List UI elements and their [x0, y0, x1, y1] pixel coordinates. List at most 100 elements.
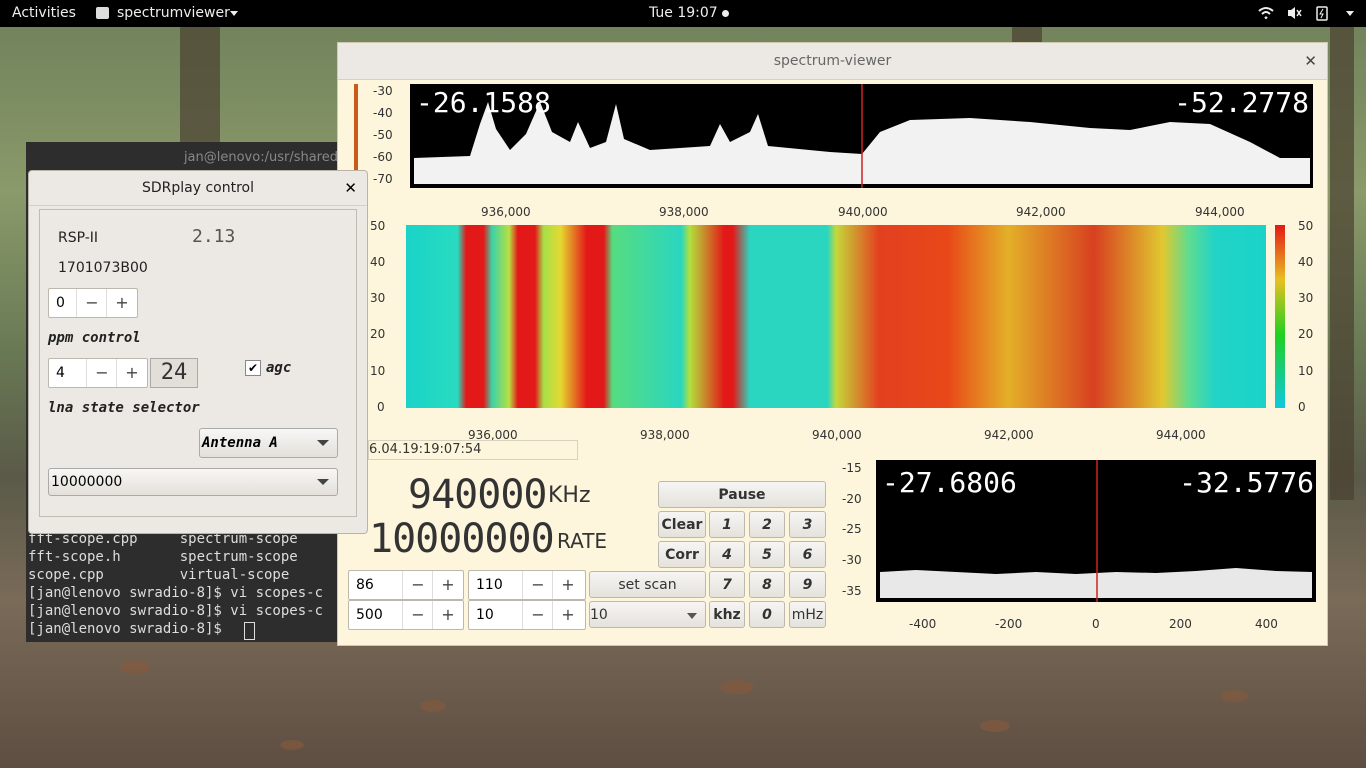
plus-icon[interactable]: +: [552, 601, 583, 629]
step-select-value: 10: [590, 607, 608, 623]
colorbar: [1275, 225, 1285, 408]
y-tick-label: 50: [370, 219, 386, 233]
digit-5-button[interactable]: 5: [749, 541, 785, 568]
clock[interactable]: Tue 19:07: [649, 5, 718, 21]
digit-7-button[interactable]: 7: [709, 571, 745, 598]
terminal-line: [jan@lenovo swradio-8]$ vi scopes-c: [28, 585, 324, 601]
digit-4-button[interactable]: 4: [709, 541, 745, 568]
terminal-line: [jan@lenovo swradio-8]$ vi scopes-c: [28, 603, 324, 619]
y-tick-label: -60: [373, 150, 393, 164]
battery-icon[interactable]: [1316, 5, 1328, 21]
gain-display: 24: [150, 358, 198, 388]
digit-9-button[interactable]: 9: [789, 571, 826, 598]
terminal-prompt-line: [jan@lenovo swradio-8]$: [28, 621, 231, 637]
spinbox-110[interactable]: 110 − +: [468, 570, 586, 600]
set-scan-button[interactable]: set scan: [589, 571, 706, 598]
colorbar-tick-label: 50: [1298, 219, 1314, 233]
minus-icon[interactable]: −: [402, 571, 433, 599]
wifi-icon[interactable]: [1258, 6, 1274, 20]
x-tick-label: 400: [1255, 617, 1278, 631]
x-tick-label: 940,000: [838, 205, 888, 219]
digit-1-button[interactable]: 1: [709, 511, 745, 538]
x-tick-label: 944,000: [1195, 205, 1245, 219]
lna-spinbox[interactable]: 4 − +: [48, 358, 148, 388]
corr-button[interactable]: Corr: [658, 541, 706, 568]
chevron-down-icon: [687, 613, 697, 619]
close-icon[interactable]: ✕: [1304, 43, 1317, 79]
spectrum-canvas[interactable]: -26.1588 -52.2778: [410, 84, 1313, 188]
chevron-down-icon: [230, 11, 238, 16]
api-version-display: 2.13: [192, 226, 236, 247]
leaf: [1220, 690, 1248, 702]
khz-button[interactable]: khz: [709, 601, 745, 628]
ppm-value: 0: [56, 295, 65, 311]
antenna-value: Antenna A: [202, 435, 278, 451]
dialog-title: SDRplay control: [29, 171, 367, 206]
dialog-panel: RSP-II 2.13 1701073B00 0 − + ppm control…: [39, 209, 357, 517]
antenna-select[interactable]: Antenna A: [199, 428, 338, 458]
waterfall-canvas[interactable]: [406, 225, 1266, 408]
minus-icon[interactable]: −: [522, 571, 553, 599]
chevron-down-icon: [317, 440, 329, 446]
colorbar-tick-label: 20: [1298, 327, 1314, 341]
step-select[interactable]: 10: [589, 601, 706, 628]
ppm-spinbox[interactable]: 0 − +: [48, 288, 138, 318]
serial-number: 1701073B00: [58, 260, 148, 276]
digit-8-button[interactable]: 8: [749, 571, 785, 598]
zoom-spectrum-canvas[interactable]: -27.6806 -32.5776: [876, 460, 1316, 602]
y-tick-label: 40: [370, 255, 386, 269]
y-tick-label: -70: [373, 172, 393, 186]
minus-icon[interactable]: −: [522, 601, 553, 629]
terminal-title: jan@lenovo:/usr/shared: [183, 150, 338, 165]
sdrplay-control-dialog: SDRplay control ✕ RSP-II 2.13 1701073B00…: [28, 170, 368, 534]
plus-icon[interactable]: +: [552, 571, 583, 599]
plus-icon[interactable]: +: [116, 359, 147, 387]
colorbar-tick-label: 10: [1298, 364, 1314, 378]
spinbox-value: 110: [476, 577, 503, 593]
digit-3-button[interactable]: 3: [789, 511, 826, 538]
clear-button[interactable]: Clear: [658, 511, 706, 538]
spinbox-10[interactable]: 10 − +: [468, 600, 586, 630]
system-menu-chevron-icon[interactable]: [1346, 11, 1354, 16]
digit-6-button[interactable]: 6: [789, 541, 826, 568]
digit-0-button[interactable]: 0: [749, 601, 785, 628]
activities-button[interactable]: Activities: [12, 5, 76, 21]
app-menu[interactable]: spectrumviewer: [117, 5, 230, 21]
x-tick-label: 938,000: [659, 205, 709, 219]
leaf: [420, 700, 446, 712]
minus-icon[interactable]: −: [76, 289, 107, 317]
agc-checkbox[interactable]: ✔: [245, 360, 261, 376]
spectrum-right-value: -52.2778: [1174, 86, 1309, 119]
spinbox-500[interactable]: 500 − +: [348, 600, 464, 630]
mhz-button[interactable]: mHz: [789, 601, 826, 628]
plus-icon[interactable]: +: [106, 289, 137, 317]
x-tick-label: 940,000: [812, 428, 862, 442]
x-tick-label: 200: [1169, 617, 1192, 631]
x-tick-label: -200: [995, 617, 1023, 631]
spinbox-value: 500: [356, 607, 383, 623]
colorbar-tick-label: 0: [1298, 400, 1306, 414]
sample-rate-select[interactable]: 10000000: [48, 468, 338, 496]
plus-icon[interactable]: +: [432, 601, 463, 629]
volume-muted-icon[interactable]: [1286, 5, 1302, 21]
y-tick-label: -30: [373, 84, 393, 98]
close-icon[interactable]: ✕: [344, 171, 357, 205]
x-tick-label: 0: [1092, 617, 1100, 631]
plus-icon[interactable]: +: [432, 571, 463, 599]
x-tick-label: 936,000: [481, 205, 531, 219]
y-tick-label: -20: [842, 492, 862, 506]
spinbox-value: 10: [476, 607, 494, 623]
frequency-unit: KHz: [548, 483, 591, 508]
y-tick-label: -35: [842, 584, 862, 598]
minus-icon[interactable]: −: [402, 601, 433, 629]
digit-2-button[interactable]: 2: [749, 511, 785, 538]
colorbar-tick-label: 30: [1298, 291, 1314, 305]
y-tick-label: -50: [373, 128, 393, 142]
tree-trunk: [1330, 0, 1354, 500]
terminal-cursor: [244, 622, 255, 640]
lna-value: 4: [56, 365, 65, 381]
agc-label: agc: [266, 360, 292, 376]
minus-icon[interactable]: −: [86, 359, 117, 387]
spinbox-86[interactable]: 86 − +: [348, 570, 464, 600]
pause-button[interactable]: Pause: [658, 481, 826, 508]
